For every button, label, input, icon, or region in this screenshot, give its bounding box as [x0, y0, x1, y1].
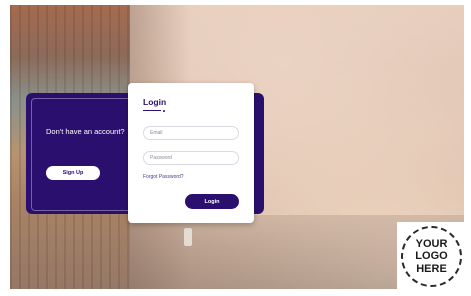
logo-text: YOUR LOGO HERE	[415, 237, 448, 275]
signup-prompt: Don't have an account?	[46, 127, 125, 136]
forgot-password-link[interactable]: Forgot Password?	[143, 174, 184, 180]
signup-button[interactable]: Sign Up	[46, 166, 100, 180]
ship-mast-graphic	[184, 228, 192, 246]
login-card: Login Forgot Password? Login	[128, 83, 254, 223]
login-button[interactable]: Login	[185, 194, 239, 209]
login-title-underline-dot	[163, 109, 165, 112]
email-field[interactable]	[143, 126, 239, 140]
login-title: Login	[143, 97, 167, 107]
logo-placeholder: YOUR LOGO HERE	[397, 222, 466, 291]
signup-panel-border	[31, 98, 132, 211]
password-field[interactable]	[143, 151, 239, 165]
login-title-underline	[143, 110, 161, 111]
logo-dashed-circle: YOUR LOGO HERE	[401, 226, 462, 287]
